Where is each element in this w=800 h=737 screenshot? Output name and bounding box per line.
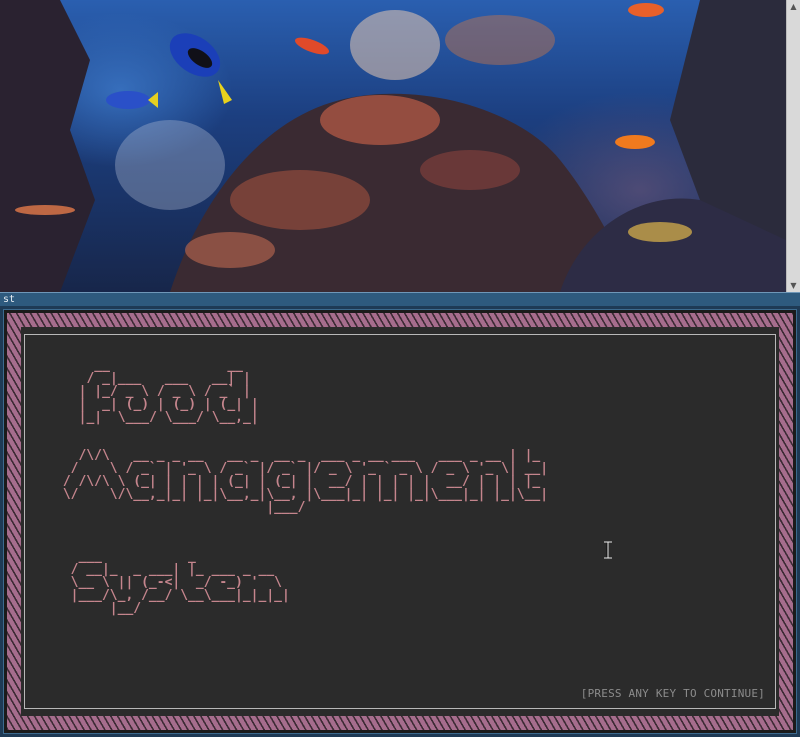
press-any-key-prompt: [PRESS ANY KEY TO CONTINUE] bbox=[580, 687, 765, 700]
text-cursor-icon bbox=[604, 541, 612, 559]
aquarium-video-pane: ▲ ▼ bbox=[0, 0, 800, 292]
hatched-border-frame: __ __ / _|___ ___ __| | | |_/ _ \ / _ \ … bbox=[7, 313, 793, 730]
window-title: st bbox=[3, 294, 16, 305]
scrollbar[interactable]: ▲ ▼ bbox=[786, 0, 800, 292]
ascii-title-management: /\/\ __ _ _ __ __ _ __ _ ___ _ __ ___ __… bbox=[62, 448, 549, 515]
splash-inner-border: __ __ / _|___ ___ __| | | |_/ _ \ / _ \ … bbox=[24, 334, 776, 709]
splash-panel: __ __ / _|___ ___ __| | | |_/ _ \ / _ \ … bbox=[21, 327, 779, 716]
terminal-window[interactable]: __ __ / _|___ ___ __| | | |_/ _ \ / _ \ … bbox=[3, 309, 797, 734]
ascii-title-system: ___ _ / __|_ _ ___| |_ ___ _ __ \__ \ ||… bbox=[70, 549, 290, 616]
scroll-down-arrow-icon[interactable]: ▼ bbox=[787, 279, 800, 292]
ascii-title-food: __ __ / _|___ ___ __| | | |_/ _ \ / _ \ … bbox=[78, 358, 259, 425]
window-title-bar[interactable]: st bbox=[0, 292, 800, 306]
scroll-up-arrow-icon[interactable]: ▲ bbox=[787, 0, 800, 13]
aquarium-scene bbox=[0, 0, 786, 292]
